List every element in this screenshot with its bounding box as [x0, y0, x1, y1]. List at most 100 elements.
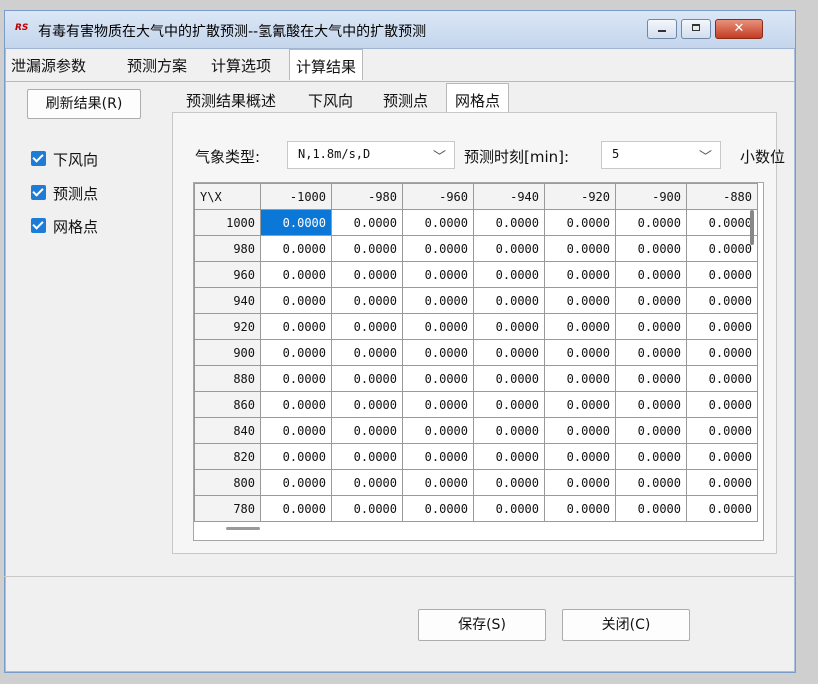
grid-cell[interactable]: 0.0000: [260, 495, 332, 522]
grid-cell[interactable]: 0.0000: [331, 235, 403, 262]
grid-cell[interactable]: 0.0000: [615, 287, 687, 314]
grid-cell[interactable]: 0.0000: [473, 391, 545, 418]
grid-cell[interactable]: 0.0000: [686, 365, 758, 392]
grid-cell[interactable]: 0.0000: [260, 469, 332, 496]
grid-cell[interactable]: 0.0000: [402, 495, 474, 522]
grid-cell[interactable]: 0.0000: [402, 261, 474, 288]
grid-cell[interactable]: 0.0000: [686, 209, 758, 236]
grid-cell[interactable]: 0.0000: [331, 287, 403, 314]
grid-cell[interactable]: 0.0000: [331, 339, 403, 366]
checkbox-downwind[interactable]: 下风向: [31, 149, 131, 169]
grid-cell[interactable]: 0.0000: [544, 469, 616, 496]
grid-cell[interactable]: 0.0000: [331, 209, 403, 236]
grid-cell[interactable]: 0.0000: [615, 391, 687, 418]
grid-cell[interactable]: 0.0000: [260, 235, 332, 262]
grid-cell[interactable]: 0.0000: [615, 261, 687, 288]
weather-type-select[interactable]: N,1.8m/s,D ﹀: [287, 141, 455, 169]
grid-cell[interactable]: 0.0000: [402, 235, 474, 262]
grid-cell[interactable]: 0.0000: [331, 391, 403, 418]
grid-cell[interactable]: 0.0000: [260, 443, 332, 470]
grid-cell[interactable]: 0.0000: [260, 209, 332, 236]
tab-calc-results[interactable]: 计算结果: [289, 49, 364, 80]
grid-cell[interactable]: 0.0000: [686, 339, 758, 366]
close-button[interactable]: 关闭(C): [562, 609, 690, 641]
grid-cell[interactable]: 0.0000: [473, 261, 545, 288]
grid-cell[interactable]: 0.0000: [473, 235, 545, 262]
tab-forecast-points[interactable]: 预测点: [383, 90, 428, 111]
grid-cell[interactable]: 0.0000: [260, 391, 332, 418]
grid-cell[interactable]: 0.0000: [686, 391, 758, 418]
forecast-time-select[interactable]: 5 ﹀: [601, 141, 721, 169]
grid-cell[interactable]: 0.0000: [402, 443, 474, 470]
grid-cell[interactable]: 0.0000: [331, 313, 403, 340]
grid-cell[interactable]: 0.0000: [544, 495, 616, 522]
grid-cell[interactable]: 0.0000: [544, 209, 616, 236]
grid-cell[interactable]: 0.0000: [686, 495, 758, 522]
grid-cell[interactable]: 0.0000: [544, 235, 616, 262]
grid-cell[interactable]: 0.0000: [473, 209, 545, 236]
grid-cell[interactable]: 0.0000: [615, 313, 687, 340]
grid-cell[interactable]: 0.0000: [473, 365, 545, 392]
grid-cell[interactable]: 0.0000: [402, 469, 474, 496]
grid-cell[interactable]: 0.0000: [615, 443, 687, 470]
grid-cell[interactable]: 0.0000: [402, 365, 474, 392]
grid-cell[interactable]: 0.0000: [260, 417, 332, 444]
grid-cell[interactable]: 0.0000: [544, 365, 616, 392]
tab-leak-source[interactable]: 泄漏源参数: [11, 55, 86, 76]
grid-cell[interactable]: 0.0000: [473, 287, 545, 314]
tab-calc-options[interactable]: 计算选项: [211, 55, 271, 76]
grid-cell[interactable]: 0.0000: [686, 287, 758, 314]
grid-cell[interactable]: 0.0000: [473, 313, 545, 340]
vertical-scrollbar[interactable]: [750, 210, 754, 245]
grid-cell[interactable]: 0.0000: [615, 365, 687, 392]
grid-cell[interactable]: 0.0000: [615, 209, 687, 236]
checkbox-grid-point[interactable]: 网格点: [31, 216, 131, 236]
grid-cell[interactable]: 0.0000: [402, 417, 474, 444]
grid-results-table[interactable]: Y\X -1000 -980 -960 -940 -920 -900 -880 …: [193, 182, 764, 541]
grid-cell[interactable]: 0.0000: [402, 391, 474, 418]
grid-cell[interactable]: 0.0000: [260, 365, 332, 392]
horizontal-scrollbar[interactable]: [226, 527, 260, 530]
grid-cell[interactable]: 0.0000: [544, 391, 616, 418]
grid-cell[interactable]: 0.0000: [473, 495, 545, 522]
grid-cell[interactable]: 0.0000: [615, 417, 687, 444]
grid-cell[interactable]: 0.0000: [473, 469, 545, 496]
grid-cell[interactable]: 0.0000: [331, 495, 403, 522]
grid-cell[interactable]: 0.0000: [686, 417, 758, 444]
maximize-button[interactable]: [681, 19, 711, 39]
tab-forecast-plan[interactable]: 预测方案: [127, 55, 187, 76]
grid-cell[interactable]: 0.0000: [544, 339, 616, 366]
grid-cell[interactable]: 0.0000: [331, 417, 403, 444]
grid-cell[interactable]: 0.0000: [473, 417, 545, 444]
grid-cell[interactable]: 0.0000: [686, 235, 758, 262]
grid-cell[interactable]: 0.0000: [686, 443, 758, 470]
grid-cell[interactable]: 0.0000: [544, 313, 616, 340]
grid-cell[interactable]: 0.0000: [402, 209, 474, 236]
grid-cell[interactable]: 0.0000: [331, 261, 403, 288]
grid-cell[interactable]: 0.0000: [544, 417, 616, 444]
grid-cell[interactable]: 0.0000: [615, 495, 687, 522]
grid-cell[interactable]: 0.0000: [615, 469, 687, 496]
grid-cell[interactable]: 0.0000: [260, 287, 332, 314]
grid-cell[interactable]: 0.0000: [473, 443, 545, 470]
grid-cell[interactable]: 0.0000: [473, 339, 545, 366]
grid-cell[interactable]: 0.0000: [331, 469, 403, 496]
grid-cell[interactable]: 0.0000: [686, 261, 758, 288]
grid-cell[interactable]: 0.0000: [260, 313, 332, 340]
grid-cell[interactable]: 0.0000: [615, 339, 687, 366]
grid-cell[interactable]: 0.0000: [402, 313, 474, 340]
grid-cell[interactable]: 0.0000: [615, 235, 687, 262]
save-button[interactable]: 保存(S): [418, 609, 546, 641]
grid-cell[interactable]: 0.0000: [544, 443, 616, 470]
close-window-button[interactable]: ✕: [715, 19, 763, 39]
grid-cell[interactable]: 0.0000: [686, 469, 758, 496]
minimize-button[interactable]: [647, 19, 677, 39]
grid-cell[interactable]: 0.0000: [402, 339, 474, 366]
grid-cell[interactable]: 0.0000: [331, 365, 403, 392]
grid-cell[interactable]: 0.0000: [331, 443, 403, 470]
tab-grid-points[interactable]: 网格点: [446, 83, 510, 114]
tab-downwind[interactable]: 下风向: [308, 90, 353, 111]
grid-cell[interactable]: 0.0000: [686, 313, 758, 340]
checkbox-forecast-point[interactable]: 预测点: [31, 183, 131, 203]
grid-cell[interactable]: 0.0000: [544, 261, 616, 288]
